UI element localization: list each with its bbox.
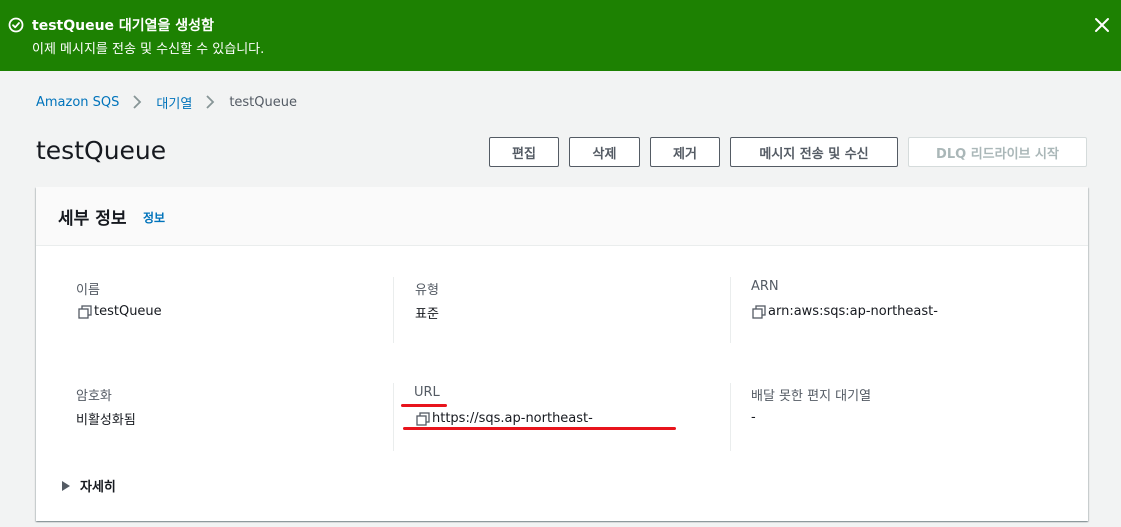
- delete-button[interactable]: 삭제: [569, 137, 640, 167]
- close-icon[interactable]: [1092, 15, 1112, 35]
- dlq-redrive-button[interactable]: DLQ 리드라이브 시작: [908, 137, 1087, 167]
- breadcrumb-queues[interactable]: 대기열: [156, 93, 192, 112]
- flash-message: 이제 메시지를 전송 및 수신할 수 있습니다.: [32, 42, 265, 57]
- encryption-value: 비활성화됨: [76, 413, 136, 428]
- name-text: testQueue: [94, 304, 162, 319]
- annotation-underline: [403, 427, 676, 430]
- details-panel-header: 세부 정보 정보: [36, 187, 1088, 246]
- breadcrumb-current: testQueue: [229, 94, 297, 110]
- details-panel: 세부 정보 정보 이름 testQueue 유형 표준 ARN arn:aws:…: [36, 187, 1088, 521]
- arn-label: ARN: [751, 279, 779, 294]
- column-divider: [393, 277, 394, 343]
- copy-icon[interactable]: [416, 411, 430, 426]
- column-divider: [393, 383, 394, 451]
- success-flash-banner: testQueue 대기열을 생성함 이제 메시지를 전송 및 수신할 수 있습…: [0, 0, 1121, 71]
- url-label: URL: [414, 385, 440, 400]
- purge-button[interactable]: 제거: [650, 137, 720, 167]
- url-text: https://sqs.ap-northeast-: [432, 411, 593, 426]
- column-divider: [730, 277, 731, 343]
- caret-right-icon: [62, 480, 70, 491]
- url-value: https://sqs.ap-northeast-: [416, 411, 593, 426]
- name-label: 이름: [76, 283, 100, 298]
- copy-icon[interactable]: [752, 304, 766, 319]
- copy-icon[interactable]: [78, 304, 92, 319]
- page-title: testQueue: [36, 136, 167, 165]
- dlq-label: 배달 못한 편지 대기열: [751, 389, 872, 404]
- more-details-toggle[interactable]: 자세히: [62, 476, 116, 495]
- chevron-right-icon: [192, 93, 229, 111]
- encryption-label: 암호화: [76, 389, 112, 404]
- type-label: 유형: [415, 283, 439, 298]
- dlq-value: -: [751, 410, 756, 425]
- column-divider: [730, 383, 731, 451]
- annotation-underline: [401, 404, 447, 407]
- info-link[interactable]: 정보: [143, 209, 165, 226]
- type-value: 표준: [415, 307, 439, 322]
- edit-button[interactable]: 편집: [489, 137, 559, 167]
- send-receive-button[interactable]: 메시지 전송 및 수신: [730, 137, 898, 167]
- chevron-right-icon: [119, 93, 156, 111]
- breadcrumb-amazon-sqs[interactable]: Amazon SQS: [36, 95, 119, 110]
- flash-title: testQueue 대기열을 생성함: [32, 18, 214, 34]
- breadcrumb: Amazon SQS 대기열 testQueue: [36, 93, 297, 112]
- arn-value: arn:aws:sqs:ap-northeast-: [752, 304, 938, 319]
- name-value: testQueue: [78, 304, 162, 319]
- more-details-label: 자세히: [80, 480, 116, 495]
- arn-text: arn:aws:sqs:ap-northeast-: [768, 304, 938, 319]
- details-title: 세부 정보: [58, 209, 127, 229]
- check-circle-icon: [8, 17, 24, 33]
